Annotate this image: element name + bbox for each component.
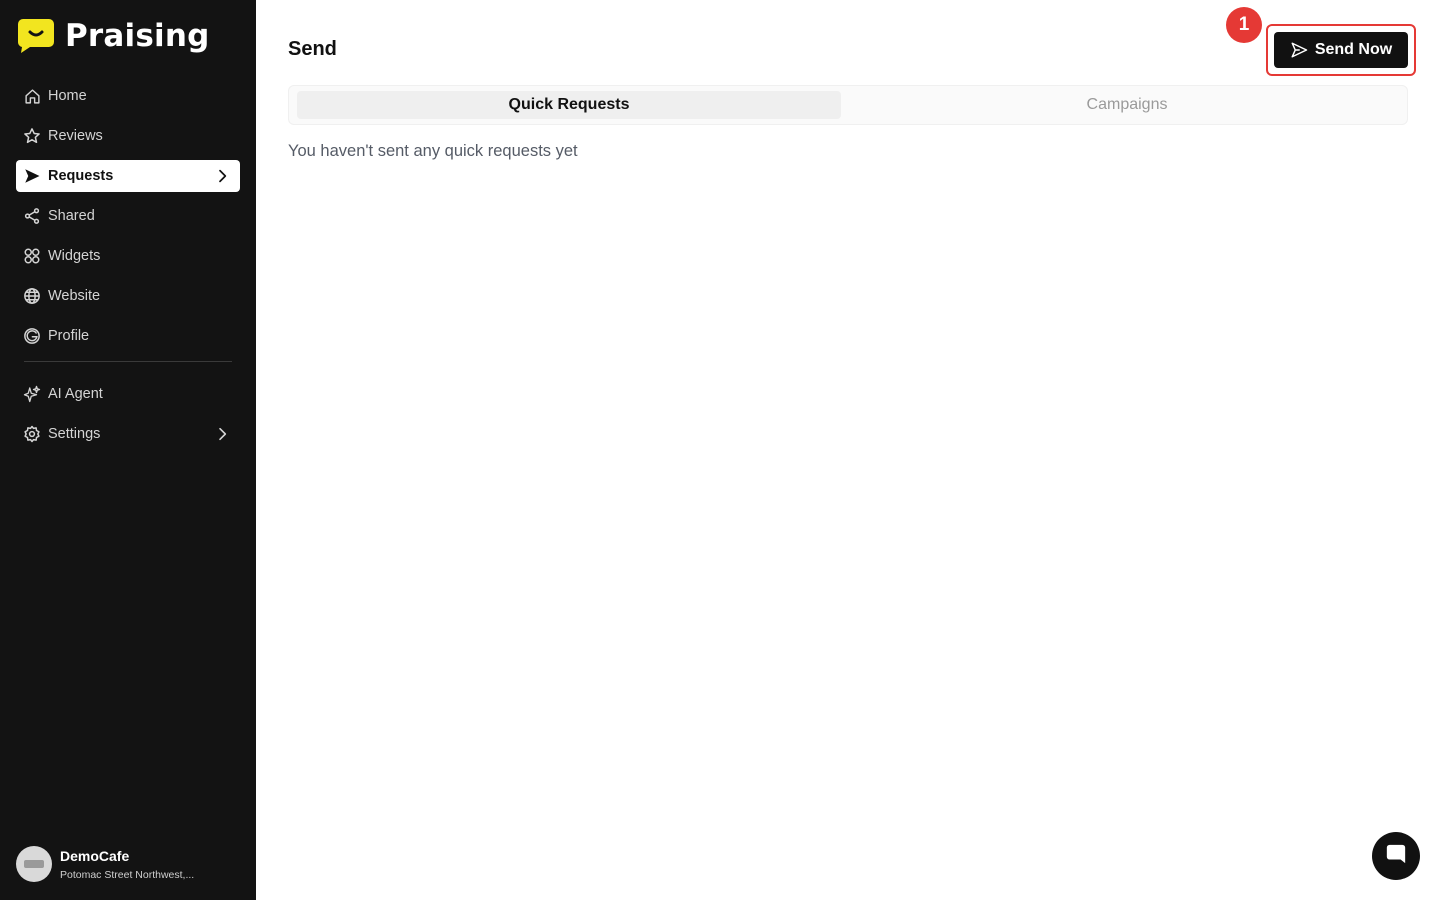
sidebar-item-label: Reviews [48,128,103,144]
sidebar-item-widgets[interactable]: Widgets [16,240,240,272]
sidebar-item-label: Shared [48,208,95,224]
sidebar-item-label: Profile [48,328,90,344]
step-badge: 1 [1226,7,1262,43]
sidebar-item-label: Website [48,288,101,304]
sidebar-item-shared[interactable]: Shared [16,200,240,232]
chevron-right-icon [214,426,230,442]
sidebar-item-label: Settings [48,426,101,442]
avatar [16,846,52,882]
account-switcher[interactable]: DemoCafe Potomac Street Northwest,... [16,846,194,882]
star-icon [23,127,41,145]
send-outline-icon [1290,41,1308,59]
sidebar-item-ai-agent[interactable]: AI Agent [16,378,240,410]
sidebar: Praising Home Reviews Requests Shared Wi… [0,0,256,900]
send-now-label: Send Now [1314,41,1393,58]
main-content: Send [256,0,1440,900]
gear-icon [23,425,41,443]
globe-icon [23,287,41,305]
empty-state-message: You haven't sent any quick requests yet [288,142,578,160]
sidebar-item-label: Requests [48,168,114,184]
chat-icon [1385,843,1407,870]
google-icon [23,327,41,345]
sidebar-item-settings[interactable]: Settings [16,418,240,450]
sidebar-divider [24,361,232,362]
sidebar-item-home[interactable]: Home [16,80,240,112]
chevron-right-icon [214,168,230,184]
send-now-button[interactable]: Send Now [1274,32,1408,68]
account-info: DemoCafe Potomac Street Northwest,... [60,848,194,881]
account-address: Potomac Street Northwest,... [60,868,195,881]
share-icon [23,207,41,225]
sparkle-icon [23,385,41,403]
brand-logo[interactable]: Praising [17,18,210,54]
chat-launcher-button[interactable] [1372,832,1420,880]
sidebar-item-label: AI Agent [48,386,103,402]
send-icon [23,167,41,185]
tab-campaigns[interactable]: Campaigns [849,91,1405,119]
tab-quick-requests[interactable]: Quick Requests [297,91,841,119]
sidebar-item-profile[interactable]: Profile [16,320,240,352]
request-tabs: Quick Requests Campaigns [288,85,1408,125]
sidebar-item-reviews[interactable]: Reviews [16,120,240,152]
account-name: DemoCafe [60,847,130,864]
home-icon [23,87,41,105]
sidebar-item-label: Home [48,88,87,104]
sidebar-item-website[interactable]: Website [16,280,240,312]
sidebar-nav: Home Reviews Requests Shared Widgets Web… [16,80,240,458]
sidebar-item-label: Widgets [48,248,101,264]
page-title: Send [288,38,337,60]
sidebar-item-requests[interactable]: Requests [16,160,240,192]
widgets-icon [23,247,41,265]
praising-logo-icon [17,19,54,53]
brand-name: Praising [65,18,210,54]
